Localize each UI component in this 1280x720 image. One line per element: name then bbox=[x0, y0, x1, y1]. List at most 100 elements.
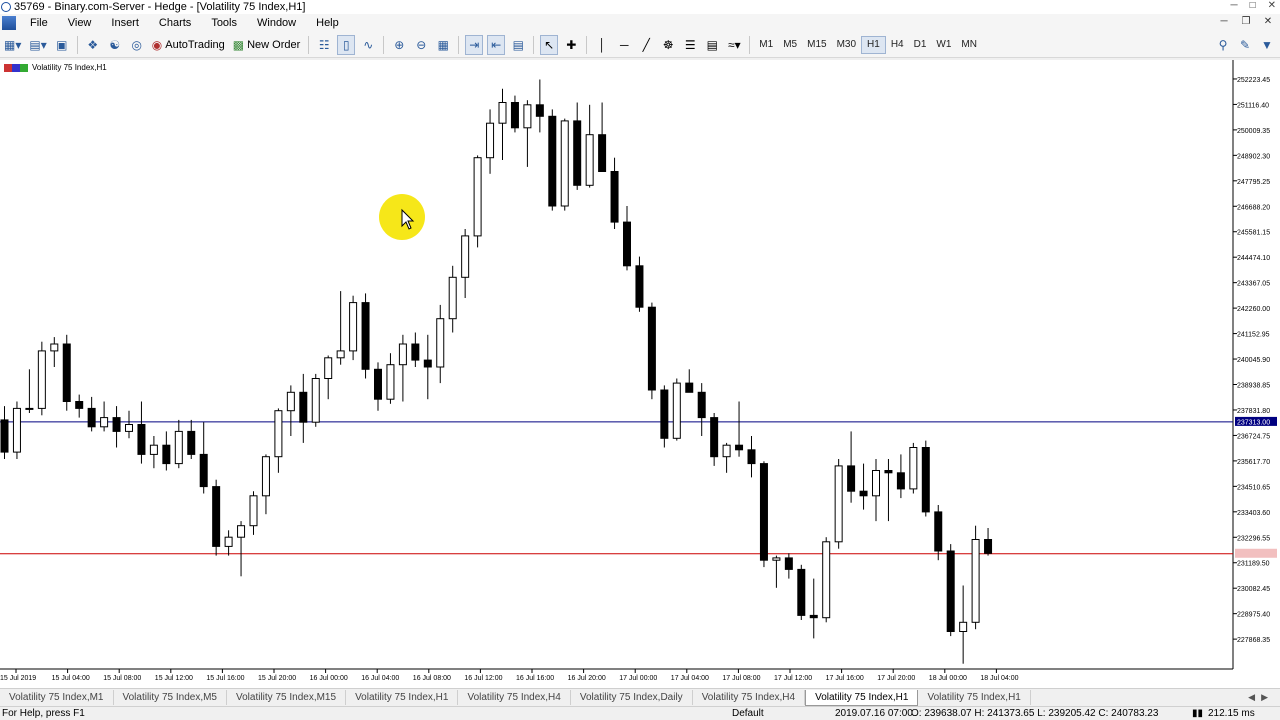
vertical-line-icon[interactable]: │ bbox=[593, 35, 611, 55]
chart-tab[interactable]: Volatility 75 Index,H4 bbox=[693, 690, 806, 705]
menu-insert[interactable]: Insert bbox=[101, 17, 149, 29]
text-tool-icon[interactable]: ▤ bbox=[703, 35, 721, 55]
horizontal-line-icon[interactable]: ─ bbox=[615, 35, 633, 55]
chart-tab-active[interactable]: Volatility 75 Index,H1 bbox=[805, 689, 919, 706]
title-bar: 35769 - Binary.com-Server - Hedge - [Vol… bbox=[0, 0, 1280, 14]
window-title: 35769 - Binary.com-Server - Hedge - [Vol… bbox=[14, 1, 306, 13]
timeframe-m30[interactable]: M30 bbox=[832, 36, 861, 54]
line-chart-icon[interactable]: ∿ bbox=[359, 35, 377, 55]
timeframe-h1[interactable]: H1 bbox=[861, 35, 886, 54]
menu-window[interactable]: Window bbox=[247, 17, 306, 29]
bar-chart-icon[interactable]: ☷ bbox=[315, 35, 333, 55]
time-tick-label: 15 Jul 16:00 bbox=[206, 675, 244, 682]
timeframe-m5[interactable]: M5 bbox=[778, 36, 802, 54]
candle-body bbox=[984, 539, 993, 554]
candle-body bbox=[187, 430, 196, 455]
candle-body bbox=[261, 456, 270, 497]
crosshair-icon[interactable]: ✚ bbox=[562, 35, 580, 55]
menu-charts[interactable]: Charts bbox=[149, 17, 201, 29]
autotrading-button[interactable]: ◉ AutoTrading bbox=[150, 35, 227, 55]
chart-shift-icon[interactable]: ⇤ bbox=[487, 34, 506, 55]
candle-body bbox=[498, 102, 507, 124]
chat-icon[interactable]: ✎ bbox=[1236, 35, 1254, 55]
candle-body bbox=[311, 378, 320, 423]
autoscroll-icon[interactable]: ⇥ bbox=[465, 34, 484, 55]
candle-body bbox=[324, 357, 333, 379]
candlestick-icon[interactable]: ▯ bbox=[337, 34, 356, 55]
child-close-icon[interactable]: ✕ bbox=[1262, 16, 1274, 28]
new-order-button[interactable]: ▩ New Order bbox=[231, 35, 303, 55]
separator bbox=[533, 35, 535, 54]
chart-tab[interactable]: Volatility 75 Index,M5 bbox=[114, 690, 227, 705]
timeframe-m15[interactable]: M15 bbox=[802, 36, 831, 54]
candle-body bbox=[859, 490, 868, 497]
close-icon[interactable]: ✕ bbox=[1268, 0, 1276, 11]
terminal-icon[interactable]: ☯ bbox=[106, 35, 124, 55]
price-tick-label: 244474.10 bbox=[1237, 255, 1270, 262]
tab-scroll-icon[interactable]: ◀▶ bbox=[1248, 692, 1274, 703]
time-tick-label: 15 Jul 08:00 bbox=[103, 675, 141, 682]
autotrading-icon: ◉ bbox=[151, 37, 163, 52]
toolbar-options-icon[interactable]: ▼ bbox=[1258, 35, 1276, 55]
navigator-icon[interactable]: ❖ bbox=[84, 35, 102, 55]
channel-icon[interactable]: ☸ bbox=[659, 35, 677, 55]
candle-body bbox=[212, 486, 221, 547]
strategy-tester-icon[interactable]: ◎ bbox=[128, 35, 146, 55]
candle-body bbox=[37, 350, 46, 409]
child-restore-icon[interactable]: ❐ bbox=[1240, 16, 1252, 28]
candle-body bbox=[722, 444, 731, 458]
candle-body bbox=[535, 104, 544, 117]
candle-body bbox=[872, 470, 880, 497]
candle-body bbox=[237, 525, 246, 538]
profiles-icon[interactable]: ▤▾ bbox=[27, 35, 48, 55]
market-watch-icon[interactable]: ▣ bbox=[53, 35, 71, 55]
timeframe-w1[interactable]: W1 bbox=[931, 36, 956, 54]
chart-tab[interactable]: Volatility 75 Index,M1 bbox=[0, 690, 114, 705]
candle-body bbox=[461, 235, 470, 278]
document-icon[interactable] bbox=[2, 16, 16, 30]
timeframe-mn[interactable]: MN bbox=[956, 36, 982, 54]
time-tick-label: 16 Jul 08:00 bbox=[413, 675, 451, 682]
zoom-in-icon[interactable]: ⊕ bbox=[390, 35, 408, 55]
price-tick-label: 238938.85 bbox=[1237, 383, 1270, 390]
timeframe-h4[interactable]: H4 bbox=[886, 36, 909, 54]
search-icon[interactable]: ⚲ bbox=[1214, 35, 1232, 55]
chart-tab[interactable]: Volatility 75 Index,M15 bbox=[227, 690, 347, 705]
chart-tab[interactable]: Volatility 75 Index,Daily bbox=[571, 690, 693, 705]
price-chart[interactable]: 252223.45 251116.40 250009.35 248902.30 2477… bbox=[0, 60, 1280, 688]
timeframe-d1[interactable]: D1 bbox=[909, 36, 932, 54]
shapes-icon[interactable]: ≈▾ bbox=[725, 35, 743, 55]
trendline-icon[interactable]: ╱ bbox=[637, 35, 655, 55]
zoom-out-icon[interactable]: ⊖ bbox=[412, 35, 430, 55]
maximize-icon[interactable]: □ bbox=[1250, 0, 1256, 11]
timeframe-m1[interactable]: M1 bbox=[754, 36, 778, 54]
price-tick-label: 242260.00 bbox=[1237, 306, 1270, 313]
candle-body bbox=[448, 276, 457, 320]
candle-body bbox=[12, 407, 21, 453]
price-tick-label: 245581.15 bbox=[1237, 230, 1270, 237]
minimize-icon[interactable]: ─ bbox=[1230, 0, 1237, 11]
candle-body bbox=[847, 465, 856, 492]
candle-body bbox=[486, 122, 495, 159]
child-minimize-icon[interactable]: ─ bbox=[1218, 16, 1230, 28]
chart-tab[interactable]: Volatility 75 Index,H1 bbox=[918, 690, 1031, 705]
menu-view[interactable]: View bbox=[58, 17, 102, 29]
menu-file[interactable]: File bbox=[20, 17, 58, 29]
menu-help[interactable]: Help bbox=[306, 17, 349, 29]
price-tick-label: 240045.90 bbox=[1237, 357, 1270, 364]
indicators-icon[interactable]: ▤ bbox=[509, 35, 527, 55]
tile-windows-icon[interactable]: ▦ bbox=[434, 35, 452, 55]
cursor-icon[interactable]: ↖ bbox=[540, 34, 559, 55]
new-chart-icon[interactable]: ▦▾ bbox=[2, 35, 23, 55]
time-tick-label: 17 Jul 16:00 bbox=[826, 675, 864, 682]
chart-tab[interactable]: Volatility 75 Index,H4 bbox=[458, 690, 571, 705]
candle-body bbox=[784, 557, 793, 570]
price-tick-label: 246688.20 bbox=[1237, 204, 1270, 211]
menu-tools[interactable]: Tools bbox=[201, 17, 247, 29]
candle-body bbox=[523, 104, 532, 129]
fibonacci-icon[interactable]: ☰ bbox=[681, 35, 699, 55]
candle-body bbox=[971, 539, 980, 623]
chart-window[interactable]: Volatility 75 Index,H1 252223.45 251116.4… bbox=[0, 60, 1280, 688]
chart-tab[interactable]: Volatility 75 Index,H1 bbox=[346, 690, 459, 705]
time-tick-label: 15 Jul 04:00 bbox=[52, 675, 90, 682]
